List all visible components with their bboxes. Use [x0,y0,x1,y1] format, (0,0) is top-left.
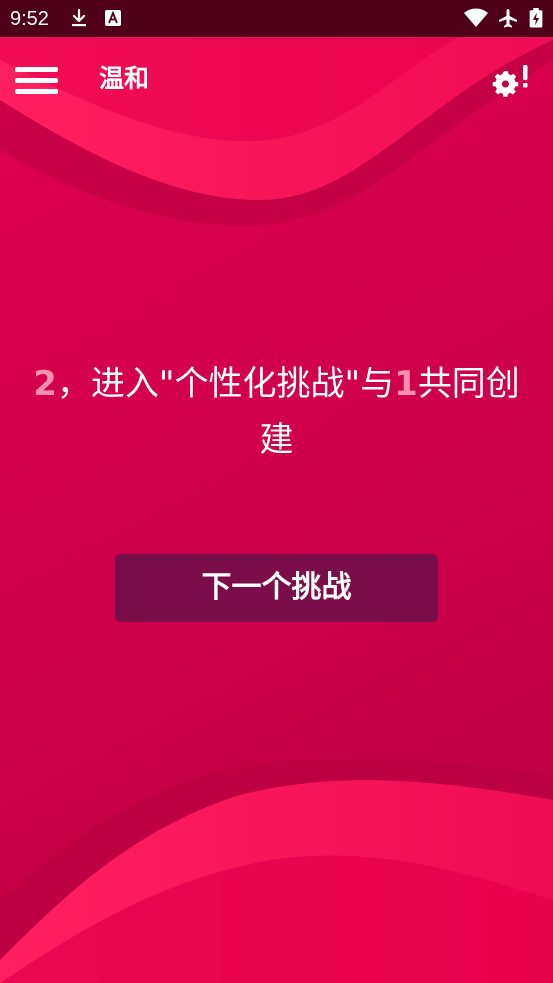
settings-button[interactable] [489,61,531,99]
menu-button[interactable] [12,62,62,98]
keyboard-a-icon [105,10,121,26]
background-waves [0,0,553,983]
challenge-text-part1: ，进入"个性化挑战"与 [56,364,395,404]
app-title: 温和 [99,64,150,93]
settings-alert-icon [492,65,528,97]
challenge-text: 2，进入"个性化挑战"与1共同创建 [20,356,533,468]
status-bar: 9:52 [0,0,553,37]
download-icon [72,8,86,27]
app-bar: 温和 [0,37,553,121]
next-challenge-button[interactable]: 下一个挑战 [115,554,438,622]
player-number-a: 2 [33,364,57,404]
wifi-icon [464,8,488,27]
battery-charging-icon [529,8,543,28]
status-time: 9:52 [10,8,49,30]
player-number-b: 1 [394,364,418,404]
airplane-mode-icon [499,9,517,28]
